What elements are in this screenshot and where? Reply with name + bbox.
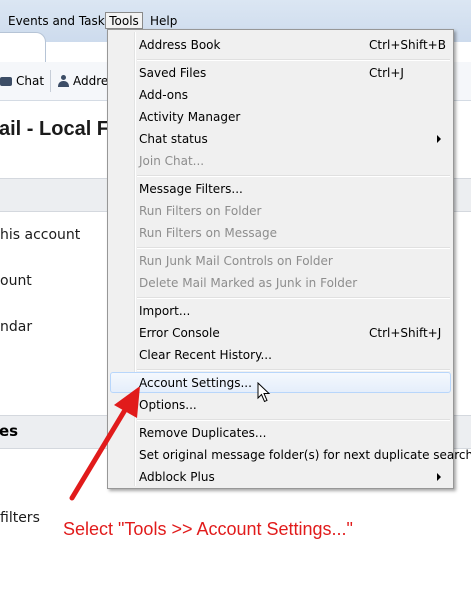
annotation-text: Select "Tools >> Account Settings..." xyxy=(63,519,353,539)
menu-item-label: Account Settings... xyxy=(139,376,252,390)
